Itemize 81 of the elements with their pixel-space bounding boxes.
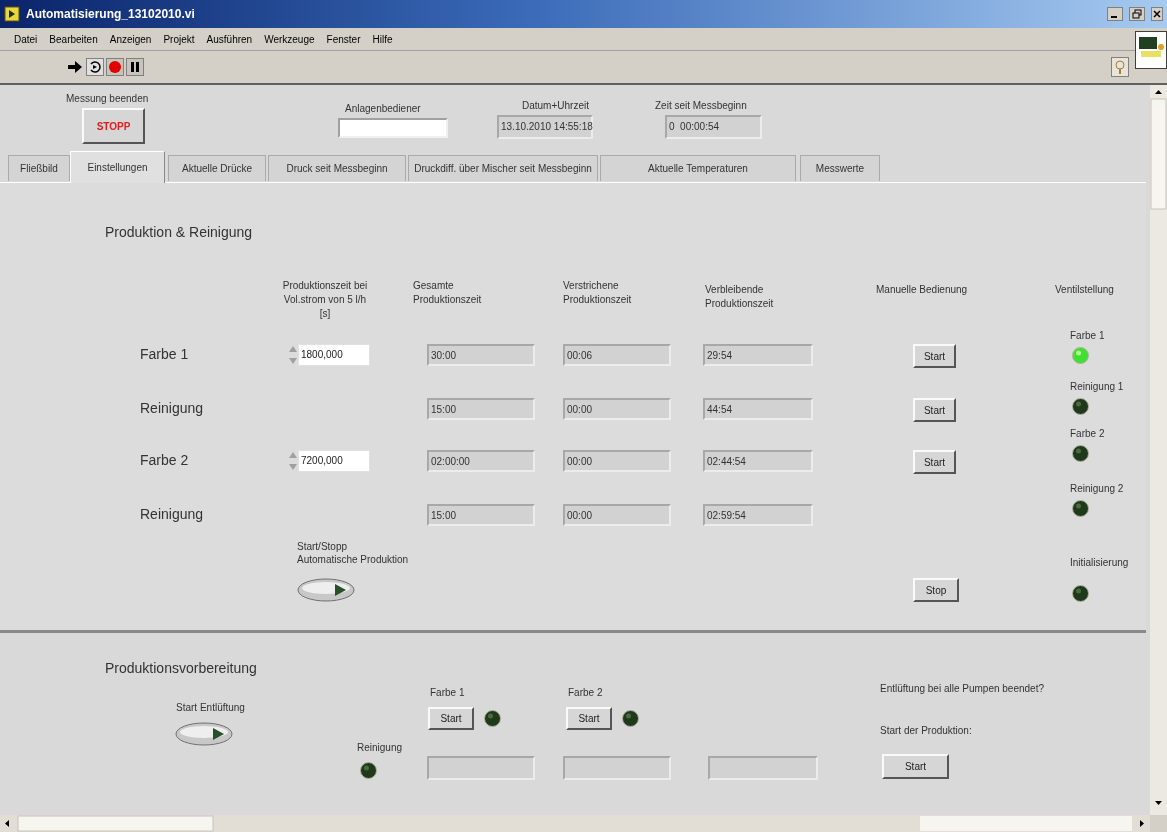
run-arrow-icon[interactable]: [66, 58, 84, 76]
indicator-label: Initialisierung: [1070, 557, 1129, 568]
tab[interactable]: Druck seit Messbeginn: [268, 155, 406, 181]
column-header: Verbleibende Produktionszeit: [705, 283, 774, 311]
indicator-label: Farbe 2: [1070, 428, 1105, 439]
column-header: Verstrichene Produktionszeit: [563, 279, 632, 307]
menu-item[interactable]: Fenster: [322, 31, 365, 47]
stop-button[interactable]: Stop: [913, 578, 959, 602]
toggle-switch[interactable]: [297, 578, 355, 602]
field-label: Start der Produktion:: [880, 725, 972, 736]
menu-item[interactable]: Hilfe: [368, 31, 397, 47]
column-header: Ventilstellung: [1055, 283, 1114, 297]
time-display: 00:00: [563, 450, 671, 472]
time-display: 02:59:54: [703, 504, 813, 526]
column-header: Produktionszeit bei Vol.strom von 5 l/h [s]: [281, 279, 369, 321]
indicator-label: Reinigung 1: [1070, 381, 1124, 392]
start-button[interactable]: Start: [913, 398, 956, 422]
indicator-label: Farbe 1: [1070, 330, 1105, 341]
time-display: 00:00: [563, 398, 671, 420]
menu-item[interactable]: Werkzeuge: [260, 31, 319, 47]
close-icon[interactable]: [1151, 7, 1163, 21]
time-display: 44:54: [703, 398, 813, 420]
app-icon: [4, 6, 20, 22]
start-button[interactable]: Start: [428, 707, 474, 730]
date-time-display: 13.10.2010 14:55:18: [497, 115, 593, 139]
window-title: Automatisierung_13102010.vi: [26, 7, 196, 21]
toggle-label: Start/Stopp Automatische Produktion: [297, 540, 409, 566]
minimize-icon[interactable]: [1107, 7, 1123, 21]
menu-item[interactable]: Ausführen: [202, 31, 257, 47]
numeric-input[interactable]: 7200,000: [298, 450, 370, 472]
status-question: Entlüftung bei alle Pumpen beendet?: [880, 683, 1044, 694]
run-continuous-icon[interactable]: [86, 58, 104, 76]
tab[interactable]: Fließbild: [8, 155, 70, 181]
start-button[interactable]: Start: [566, 707, 612, 730]
toggle-label: Start Entlüftung: [176, 702, 245, 713]
time-display: 02:44:54: [703, 450, 813, 472]
section-title: Produktion & Reinigung: [105, 224, 253, 240]
time-display: 29:54: [703, 344, 813, 366]
row-label: Farbe 2: [140, 452, 189, 468]
horizontal-scrollbar[interactable]: [0, 815, 1150, 832]
menu-item[interactable]: Datei: [10, 31, 42, 47]
indicator-label: Reinigung: [357, 742, 403, 753]
restore-icon[interactable]: [1129, 7, 1145, 21]
menu-item[interactable]: Projekt: [159, 31, 199, 47]
indicator-label: Farbe 2: [568, 687, 603, 698]
time-display: 00:00: [563, 504, 671, 526]
help-icon[interactable]: [1111, 57, 1129, 77]
tab[interactable]: Druckdiff. über Mischer seit Messbeginn: [408, 155, 598, 181]
column-header: Manuelle Bedienung: [876, 283, 968, 297]
start-button[interactable]: Start: [913, 450, 956, 474]
tab[interactable]: Messwerte: [800, 155, 880, 181]
time-display: 15:00: [427, 398, 535, 420]
start-button[interactable]: Start: [913, 344, 956, 368]
time-display: 15:00: [427, 504, 535, 526]
time-display: 30:00: [427, 344, 535, 366]
numeric-input[interactable]: 1800,000: [298, 344, 370, 366]
row-label: Farbe 1: [140, 346, 189, 362]
row-label: Reinigung: [140, 400, 204, 416]
menu-item[interactable]: Anzeigen: [105, 31, 156, 47]
time-display: 00:06: [563, 344, 671, 366]
pause-icon[interactable]: [126, 58, 144, 76]
elapsed-time-display: 0 00:00:54: [665, 115, 762, 139]
start-button[interactable]: Start: [882, 754, 949, 779]
field-label: Datum+Uhrzeit: [522, 100, 589, 111]
time-display: 02:00:00: [427, 450, 535, 472]
field-label: Zeit seit Messbeginn: [655, 100, 747, 111]
indicator-label: Reinigung 2: [1070, 483, 1124, 494]
operator-field[interactable]: [338, 118, 448, 138]
vi-icon: [1135, 31, 1167, 69]
tab[interactable]: Einstellungen: [70, 151, 165, 183]
row-label: Reinigung: [140, 506, 204, 522]
column-header: Gesamte Produktionszeit: [413, 279, 482, 307]
field-label: Anlagenbediener: [345, 103, 421, 114]
vertical-scrollbar[interactable]: [1150, 85, 1167, 815]
indicator-label: Farbe 1: [430, 687, 465, 698]
tab[interactable]: Aktuelle Drücke: [168, 155, 266, 181]
field-label: Messung beenden: [66, 93, 149, 104]
menu-item[interactable]: Bearbeiten: [45, 31, 102, 47]
section-title: Produktionsvorbereitung: [105, 660, 257, 676]
toggle-switch[interactable]: [175, 722, 233, 746]
tab[interactable]: Aktuelle Temperaturen: [600, 155, 796, 181]
